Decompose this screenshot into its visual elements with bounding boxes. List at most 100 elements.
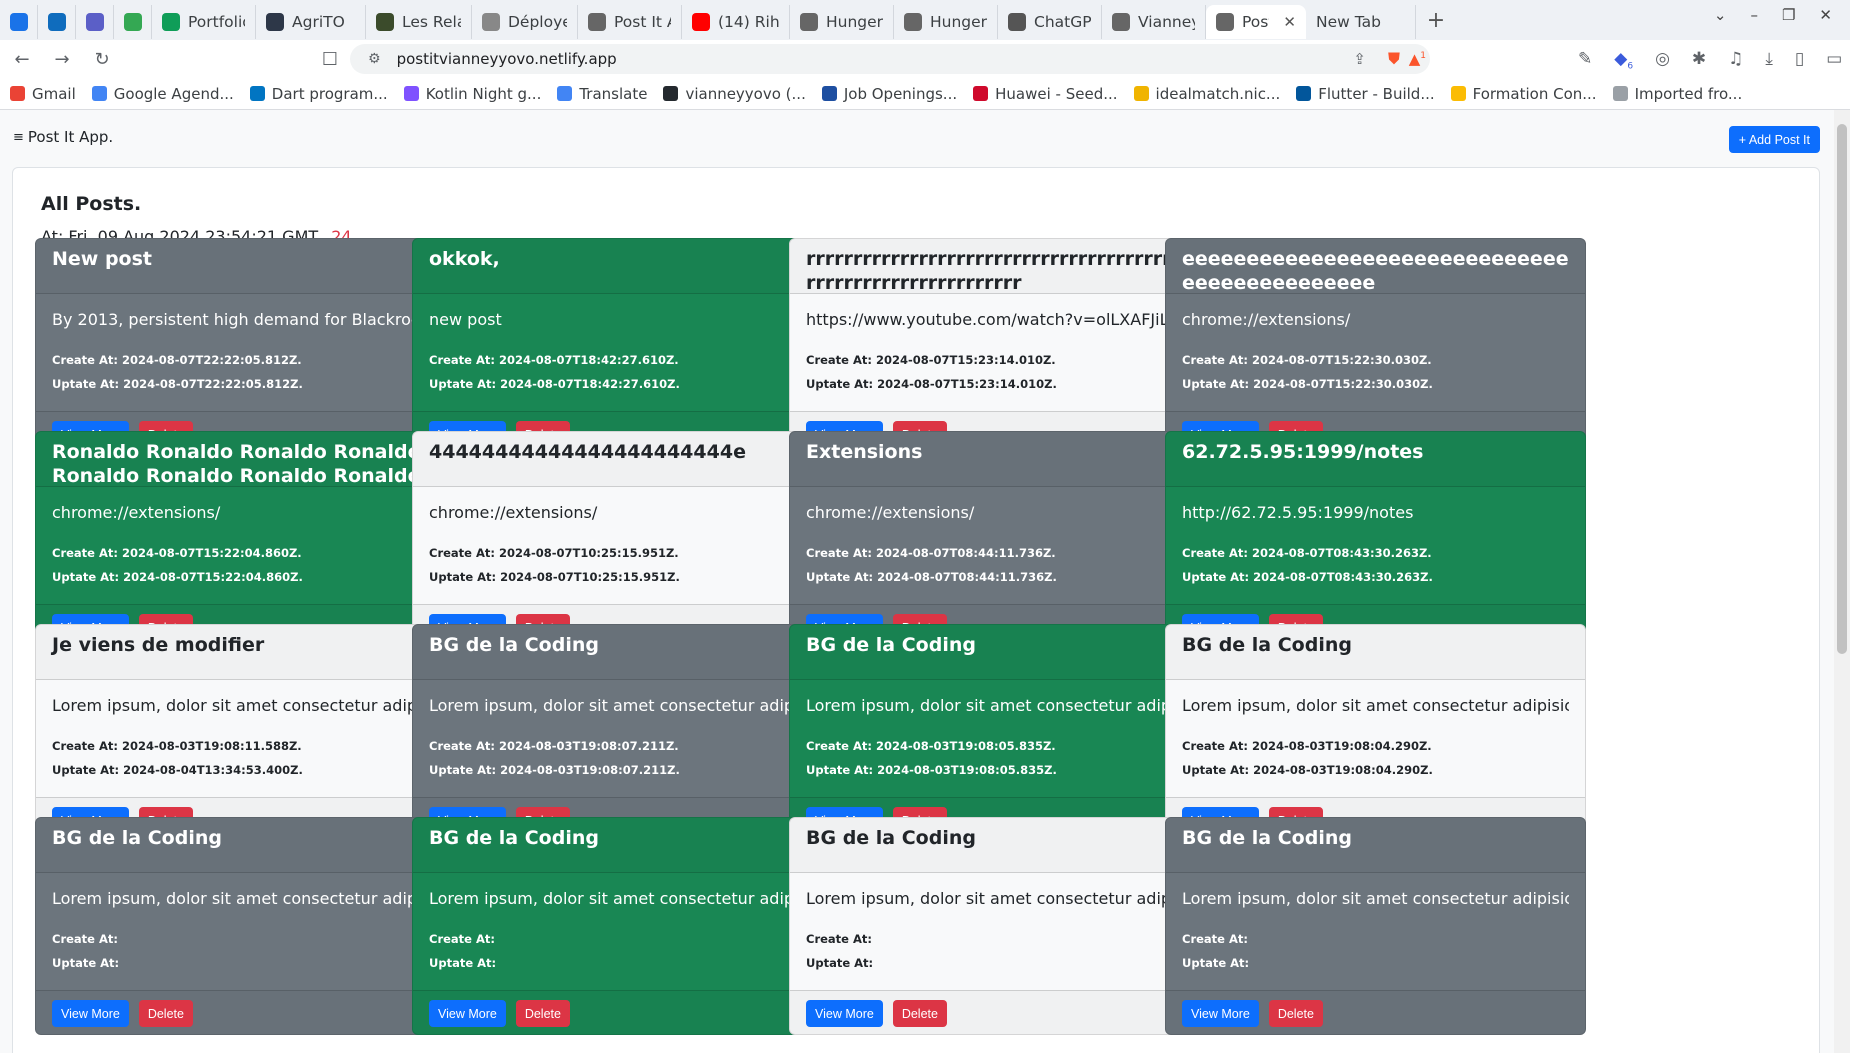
bookmark-item[interactable]: Formation Con... (1450, 85, 1597, 103)
bookmark-page-icon[interactable]: ☐ (316, 49, 344, 70)
post-title: Je viens de modifier (36, 625, 455, 680)
bookmark-item[interactable]: Huawei - Seed... (973, 84, 1118, 103)
view-more-button[interactable]: View More (429, 1000, 506, 1027)
delete-button[interactable]: Delete (1268, 1000, 1323, 1027)
bookmark-item[interactable]: Kotlin Night g... (403, 85, 541, 103)
tab-favicon-icon (1008, 13, 1026, 31)
updated-prefix: Uptate At: (52, 570, 120, 584)
circle-extension-icon[interactable]: ◎ (1655, 49, 1670, 71)
bookmark-item[interactable]: Google Agend... (91, 85, 234, 103)
tab-label: Déployer u (508, 13, 567, 31)
tab-active[interactable]: Post It A ✕ (1206, 5, 1306, 39)
tab[interactable]: Vianney Yo (1102, 5, 1206, 39)
brave-shield-icon[interactable]: ⛊ (1388, 49, 1400, 69)
tab[interactable]: Déployer u (472, 5, 578, 39)
wallet-icon[interactable]: ▭ (1826, 49, 1842, 71)
downloads-icon[interactable]: ⤓ (1765, 49, 1773, 71)
bookmark-item[interactable]: Dart program... (249, 85, 388, 103)
post-body: chrome://extensions/Create At: 2024-08-0… (790, 487, 1209, 604)
tab[interactable]: Post It App (578, 5, 682, 39)
bookmark-item[interactable]: idealmatch.nic... (1133, 85, 1280, 103)
hamburger-icon[interactable]: ≡ (13, 130, 24, 145)
close-window-icon[interactable]: ✕ (1819, 6, 1832, 24)
tab[interactable]: Portfolio_C (152, 5, 256, 39)
delete-button[interactable]: Delete (892, 1000, 947, 1027)
bookmark-label: Huawei - Seed... (995, 84, 1118, 103)
minimize-icon[interactable]: – (1750, 6, 1758, 24)
bookmark-label: Job Openings... (843, 84, 958, 103)
updated-line: Uptate At: 2024-08-04T13:34:53.400Z. (52, 758, 439, 782)
media-controls-icon[interactable]: ♫ (1728, 49, 1743, 71)
updated-prefix: Uptate At: (429, 763, 497, 777)
post-title: eeeeeeeeeeeeeeeeeeeeeeeeeeeeeeeeeeeeeeee… (1166, 239, 1585, 294)
add-post-button[interactable]: + Add Post It (1728, 126, 1820, 153)
created-line: Create At: 2024-08-03T19:08:04.290Z. (1182, 734, 1569, 758)
tab[interactable]: AgriTO (256, 5, 366, 39)
bookmark-item[interactable]: Gmail (10, 85, 76, 103)
bookmark-favicon-icon (1450, 86, 1466, 101)
delete-button[interactable]: Delete (138, 1000, 193, 1027)
url-bar[interactable]: ⚙ postitvianneyyovo.netlify.app ⇪ ⛊ ▲1 (350, 44, 1430, 74)
post-body: Lorem ipsum, dolor sit amet consectetur … (1166, 680, 1585, 797)
navbar-brand[interactable]: ≡ Post It App. (13, 128, 113, 146)
updated-value: 2024-08-07T10:25:15.951Z. (500, 570, 680, 584)
new-tab-plus-icon[interactable]: + (1416, 8, 1456, 33)
close-tab-icon[interactable]: ✕ (1283, 13, 1296, 31)
tab[interactable]: (14) Rih (682, 5, 790, 39)
bookmark-item[interactable]: Job Openings... (821, 84, 958, 103)
post-dates: Create At: Uptate At: (806, 927, 1193, 975)
tab[interactable]: New Tab (1306, 5, 1416, 39)
page-scrollbar[interactable] (1834, 110, 1850, 1053)
bookmark-item[interactable]: Translate (557, 85, 647, 103)
post-card: rrrrrrrrrrrrrrrrrrrrrrrrrrrrrrrrrrrrrrrr… (789, 238, 1210, 456)
view-more-button[interactable]: View More (806, 1000, 883, 1027)
share-icon[interactable]: ⇪ (1353, 50, 1366, 68)
back-icon[interactable]: ← (8, 49, 36, 70)
brave-rewards-icon[interactable]: ▲1 (1409, 50, 1426, 68)
reload-icon[interactable]: ↻ (88, 49, 116, 70)
sidebar-icon[interactable]: ▯ (1795, 49, 1804, 71)
tab[interactable]: ChatGPT (998, 5, 1102, 39)
puzzle-extensions-icon[interactable]: ✱ (1692, 49, 1706, 71)
post-body: Lorem ipsum, dolor sit amet consectetur … (1166, 873, 1585, 990)
toolbar-extensions: ✎ ◆6 ◎ ✱ ♫ ⤓ ▯ ▭ ≡ (1578, 49, 1850, 71)
tab[interactable]: HungerMa (894, 5, 998, 39)
bookmark-item[interactable]: vianneyyovo (... (663, 85, 806, 103)
tab[interactable]: HungerMa (790, 5, 894, 39)
post-actions: View More Delete (790, 990, 1209, 1034)
created-value: 2024-08-03T19:08:11.588Z. (121, 739, 302, 753)
pinned-tab[interactable] (38, 5, 76, 39)
forward-icon[interactable]: → (48, 49, 76, 70)
pinned-tab[interactable] (76, 5, 114, 39)
view-more-button[interactable]: View More (1182, 1000, 1259, 1027)
bookmark-item[interactable]: Flutter - Build... (1296, 85, 1435, 103)
extension-icon[interactable]: ◆6 (1614, 49, 1633, 71)
bookmark-favicon-icon (91, 86, 107, 101)
tab-favicon-icon (1112, 13, 1130, 31)
created-prefix: Create At: (1182, 932, 1248, 946)
site-settings-icon[interactable]: ⚙ (368, 51, 381, 67)
bookmark-label: Imported fro... (1634, 84, 1743, 103)
updated-value: 2024-08-07T08:44:11.736Z. (877, 570, 1057, 584)
brand-label: Post It App. (27, 128, 114, 146)
bookmark-item[interactable]: Imported fro... (1612, 84, 1743, 103)
updated-line: Uptate At: 2024-08-07T15:22:04.860Z. (52, 565, 439, 589)
bookmark-favicon-icon (557, 86, 573, 101)
eyedropper-extension-icon[interactable]: ✎ (1578, 49, 1592, 71)
tab-list-chevron-icon[interactable]: ⌄ (1714, 6, 1727, 24)
delete-button[interactable]: Delete (515, 1000, 570, 1027)
pinned-tab[interactable] (0, 5, 38, 39)
updated-prefix: Uptate At: (1182, 763, 1250, 777)
created-line: Create At: 2024-08-07T18:42:27.610Z. (429, 348, 816, 372)
tab[interactable]: Les Relatio (366, 5, 472, 39)
bookmark-favicon-icon (663, 86, 679, 101)
pinned-tab[interactable] (114, 5, 152, 39)
restore-icon[interactable]: ❐ (1782, 6, 1795, 24)
tab-label: New Tab (1316, 13, 1381, 31)
window-controls: ⌄ – ❐ ✕ (1714, 6, 1832, 24)
created-prefix: Create At: (429, 932, 495, 946)
tab-label: ChatGPT (1034, 13, 1091, 31)
updated-line: Uptate At: 2024-08-07T08:43:30.263Z. (1182, 565, 1569, 589)
view-more-button[interactable]: View More (52, 1000, 129, 1027)
scrollbar-thumb[interactable] (1837, 124, 1847, 654)
